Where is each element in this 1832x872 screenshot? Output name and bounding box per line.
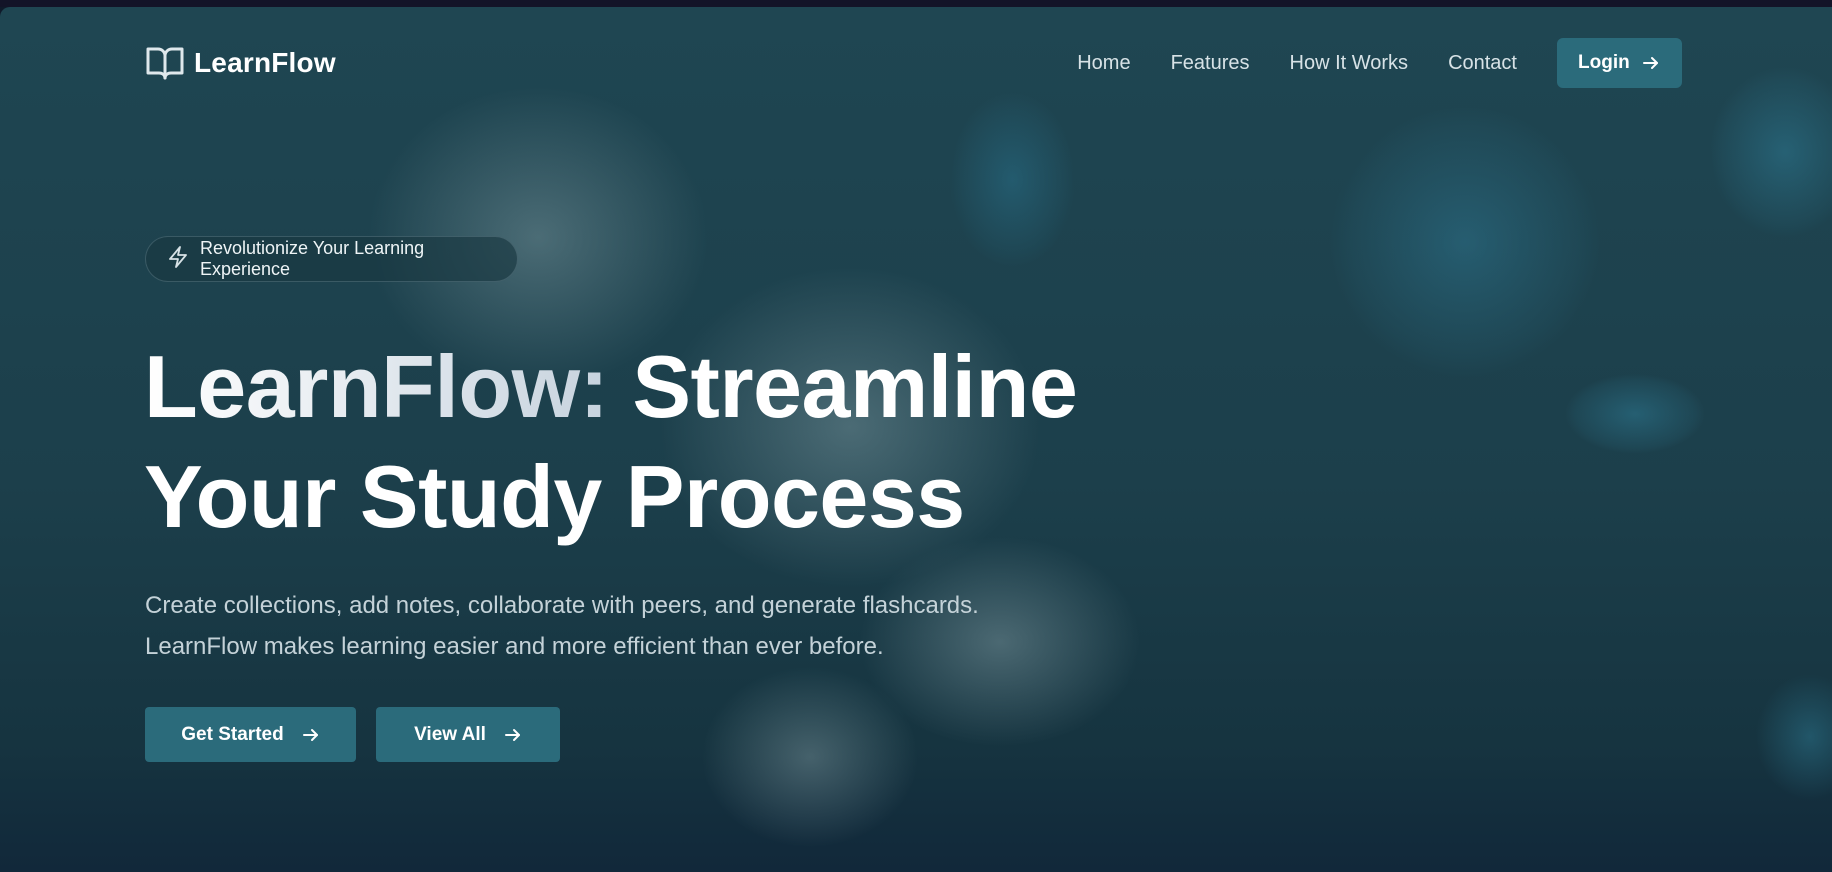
background-blob xyxy=(950,92,1075,267)
get-started-button[interactable]: Get Started xyxy=(145,707,356,762)
arrow-right-icon xyxy=(302,726,320,744)
nav-link-home[interactable]: Home xyxy=(1077,38,1130,88)
get-started-label: Get Started xyxy=(181,723,284,745)
hero-description-line2: LearnFlow makes learning easier and more… xyxy=(145,633,884,660)
badge-text: Revolutionize Your Learning Experience xyxy=(200,238,425,279)
logo-text: LearnFlow xyxy=(194,47,336,78)
cta-group: Get Started View All xyxy=(145,707,560,762)
lightning-icon xyxy=(168,245,188,273)
hero-title-brand: LearnFlow: xyxy=(144,337,609,436)
login-button[interactable]: Login xyxy=(1557,38,1682,88)
arrow-right-icon xyxy=(1642,54,1660,72)
view-all-label: View All xyxy=(414,723,486,745)
hero-title: LearnFlow: Streamline Your Study Process xyxy=(144,332,1078,552)
background-blob xyxy=(1710,67,1832,237)
hero-section: LearnFlow Home Features How It Works Con… xyxy=(0,7,1832,872)
background-blob xyxy=(1750,667,1832,807)
main-nav: Home Features How It Works Contact Login xyxy=(1077,38,1682,88)
logo[interactable]: LearnFlow xyxy=(146,45,336,81)
hero-title-line1: Streamline xyxy=(632,337,1078,436)
window-top-edge xyxy=(0,0,1832,7)
view-all-button[interactable]: View All xyxy=(376,707,560,762)
login-label: Login xyxy=(1578,52,1630,73)
hero-description-line1: Create collections, add notes, collabora… xyxy=(145,592,979,619)
hero-description: Create collections, add notes, collabora… xyxy=(145,585,1045,667)
nav-link-contact[interactable]: Contact xyxy=(1448,38,1517,88)
book-open-icon xyxy=(146,45,184,81)
arrow-right-icon xyxy=(504,726,522,744)
nav-link-features[interactable]: Features xyxy=(1171,38,1250,88)
background-blob xyxy=(1330,107,1600,377)
background-blob xyxy=(690,657,930,857)
announcement-badge: Revolutionize Your Learning Experience xyxy=(145,236,518,282)
background-blob xyxy=(1565,374,1705,454)
hero-title-line2: Your Study Process xyxy=(144,447,965,546)
nav-link-how-it-works[interactable]: How It Works xyxy=(1290,38,1409,88)
